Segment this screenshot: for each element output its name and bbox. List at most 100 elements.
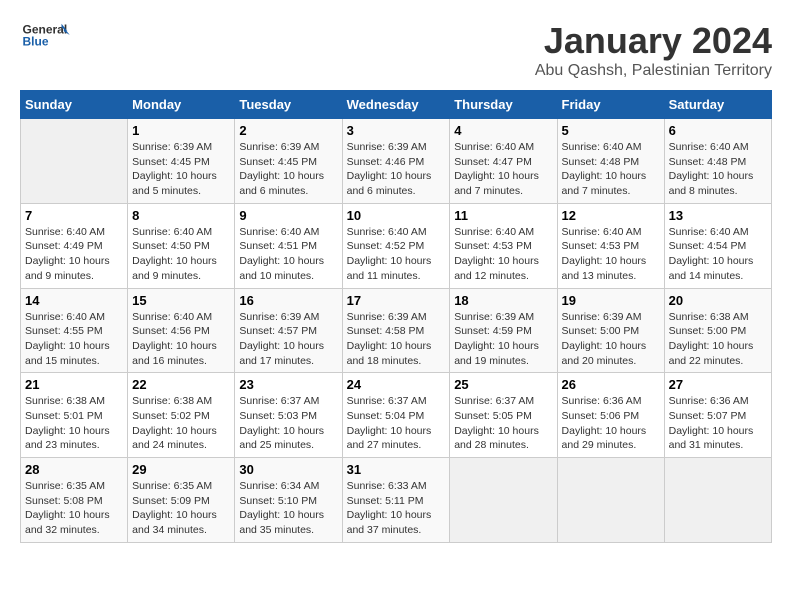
day-number: 8 [132,208,230,223]
calendar-cell: 15 Sunrise: 6:40 AMSunset: 4:56 PMDayligh… [128,288,235,373]
title-section: January 2024 Abu Qashsh, Palestinian Ter… [535,20,772,80]
day-info: Sunrise: 6:37 AMSunset: 5:03 PMDaylight:… [239,394,337,453]
day-number: 19 [562,293,660,308]
calendar-cell: 25 Sunrise: 6:37 AMSunset: 5:05 PMDayligh… [450,373,557,458]
calendar-cell: 22 Sunrise: 6:38 AMSunset: 5:02 PMDayligh… [128,373,235,458]
day-info: Sunrise: 6:39 AMSunset: 4:45 PMDaylight:… [132,140,230,199]
week-row-2: 7 Sunrise: 6:40 AMSunset: 4:49 PMDaylight… [21,203,772,288]
calendar-cell: 2 Sunrise: 6:39 AMSunset: 4:45 PMDaylight… [235,119,342,204]
day-number: 2 [239,123,337,138]
column-header-monday: Monday [128,91,235,119]
column-header-saturday: Saturday [664,91,771,119]
day-info: Sunrise: 6:40 AMSunset: 4:49 PMDaylight:… [25,225,123,284]
calendar-cell: 9Sunrise: 6:40 AMSunset: 4:51 PMDaylight… [235,203,342,288]
day-number: 18 [454,293,552,308]
header-row: SundayMondayTuesdayWednesdayThursdayFrid… [21,91,772,119]
calendar-cell: 11Sunrise: 6:40 AMSunset: 4:53 PMDayligh… [450,203,557,288]
day-number: 28 [25,462,123,477]
svg-text:Blue: Blue [23,35,49,49]
day-number: 1 [132,123,230,138]
day-number: 10 [347,208,446,223]
day-info: Sunrise: 6:34 AMSunset: 5:10 PMDaylight:… [239,479,337,538]
calendar-cell: 17Sunrise: 6:39 AMSunset: 4:58 PMDayligh… [342,288,450,373]
column-header-tuesday: Tuesday [235,91,342,119]
day-info: Sunrise: 6:38 AMSunset: 5:02 PMDaylight:… [132,394,230,453]
week-row-3: 14 Sunrise: 6:40 AMSunset: 4:55 PMDayligh… [21,288,772,373]
day-number: 17 [347,293,446,308]
day-number: 14 [25,293,123,308]
day-info: Sunrise: 6:35 AMSunset: 5:09 PMDaylight:… [132,479,230,538]
day-number: 26 [562,377,660,392]
day-number: 31 [347,462,446,477]
calendar-cell: 13 Sunrise: 6:40 AMSunset: 4:54 PMDayligh… [664,203,771,288]
day-info: Sunrise: 6:38 AMSunset: 5:01 PMDaylight:… [25,394,123,453]
day-number: 6 [669,123,767,138]
day-number: 9 [239,208,337,223]
main-title: January 2024 [535,20,772,62]
calendar-cell: 19 Sunrise: 6:39 AMSunset: 5:00 PMDayligh… [557,288,664,373]
day-number: 23 [239,377,337,392]
logo-icon: General Blue [20,20,70,50]
subtitle: Abu Qashsh, Palestinian Territory [535,62,772,80]
day-number: 20 [669,293,767,308]
column-header-sunday: Sunday [21,91,128,119]
calendar-cell: 8Sunrise: 6:40 AMSunset: 4:50 PMDaylight… [128,203,235,288]
logo: General Blue [20,20,70,50]
column-header-friday: Friday [557,91,664,119]
calendar-cell: 16 Sunrise: 6:39 AMSunset: 4:57 PMDayligh… [235,288,342,373]
day-number: 29 [132,462,230,477]
day-info: Sunrise: 6:35 AMSunset: 5:08 PMDaylight:… [25,479,123,538]
calendar-cell: 7 Sunrise: 6:40 AMSunset: 4:49 PMDaylight… [21,203,128,288]
day-info: Sunrise: 6:36 AMSunset: 5:06 PMDaylight:… [562,394,660,453]
calendar-cell: 23 Sunrise: 6:37 AMSunset: 5:03 PMDayligh… [235,373,342,458]
calendar-cell: 10 Sunrise: 6:40 AMSunset: 4:52 PMDayligh… [342,203,450,288]
day-number: 25 [454,377,552,392]
calendar-cell: 29 Sunrise: 6:35 AMSunset: 5:09 PMDayligh… [128,458,235,543]
day-info: Sunrise: 6:40 AMSunset: 4:48 PMDaylight:… [669,140,767,199]
calendar-table: SundayMondayTuesdayWednesdayThursdayFrid… [20,90,772,543]
column-header-thursday: Thursday [450,91,557,119]
calendar-cell: 5Sunrise: 6:40 AMSunset: 4:48 PMDaylight… [557,119,664,204]
day-number: 22 [132,377,230,392]
day-number: 27 [669,377,767,392]
day-info: Sunrise: 6:39 AMSunset: 5:00 PMDaylight:… [562,310,660,369]
week-row-5: 28 Sunrise: 6:35 AMSunset: 5:08 PMDayligh… [21,458,772,543]
header: General Blue January 2024 Abu Qashsh, Pa… [20,20,772,80]
day-info: Sunrise: 6:40 AMSunset: 4:55 PMDaylight:… [25,310,123,369]
week-row-4: 21 Sunrise: 6:38 AMSunset: 5:01 PMDayligh… [21,373,772,458]
day-number: 4 [454,123,552,138]
calendar-cell: 1 Sunrise: 6:39 AMSunset: 4:45 PMDaylight… [128,119,235,204]
day-number: 7 [25,208,123,223]
calendar-cell: 28 Sunrise: 6:35 AMSunset: 5:08 PMDayligh… [21,458,128,543]
day-info: Sunrise: 6:39 AMSunset: 4:59 PMDaylight:… [454,310,552,369]
day-number: 16 [239,293,337,308]
calendar-cell [450,458,557,543]
calendar-cell: 20 Sunrise: 6:38 AMSunset: 5:00 PMDayligh… [664,288,771,373]
day-number: 12 [562,208,660,223]
day-info: Sunrise: 6:40 AMSunset: 4:56 PMDaylight:… [132,310,230,369]
calendar-cell: 31 Sunrise: 6:33 AMSunset: 5:11 PMDayligh… [342,458,450,543]
day-info: Sunrise: 6:38 AMSunset: 5:00 PMDaylight:… [669,310,767,369]
day-info: Sunrise: 6:37 AMSunset: 5:05 PMDaylight:… [454,394,552,453]
calendar-cell [21,119,128,204]
day-number: 15 [132,293,230,308]
column-header-wednesday: Wednesday [342,91,450,119]
day-info: Sunrise: 6:39 AMSunset: 4:45 PMDaylight:… [239,140,337,199]
day-info: Sunrise: 6:40 AMSunset: 4:52 PMDaylight:… [347,225,446,284]
day-number: 11 [454,208,552,223]
day-info: Sunrise: 6:40 AMSunset: 4:53 PMDaylight:… [562,225,660,284]
calendar-cell: 27Sunrise: 6:36 AMSunset: 5:07 PMDayligh… [664,373,771,458]
day-info: Sunrise: 6:39 AMSunset: 4:57 PMDaylight:… [239,310,337,369]
day-info: Sunrise: 6:40 AMSunset: 4:47 PMDaylight:… [454,140,552,199]
day-number: 3 [347,123,446,138]
calendar-cell: 26 Sunrise: 6:36 AMSunset: 5:06 PMDayligh… [557,373,664,458]
day-number: 13 [669,208,767,223]
calendar-cell: 6 Sunrise: 6:40 AMSunset: 4:48 PMDaylight… [664,119,771,204]
calendar-cell: 30 Sunrise: 6:34 AMSunset: 5:10 PMDayligh… [235,458,342,543]
day-number: 21 [25,377,123,392]
day-info: Sunrise: 6:33 AMSunset: 5:11 PMDaylight:… [347,479,446,538]
day-info: Sunrise: 6:40 AMSunset: 4:54 PMDaylight:… [669,225,767,284]
calendar-cell [664,458,771,543]
week-row-1: 1 Sunrise: 6:39 AMSunset: 4:45 PMDaylight… [21,119,772,204]
day-number: 30 [239,462,337,477]
